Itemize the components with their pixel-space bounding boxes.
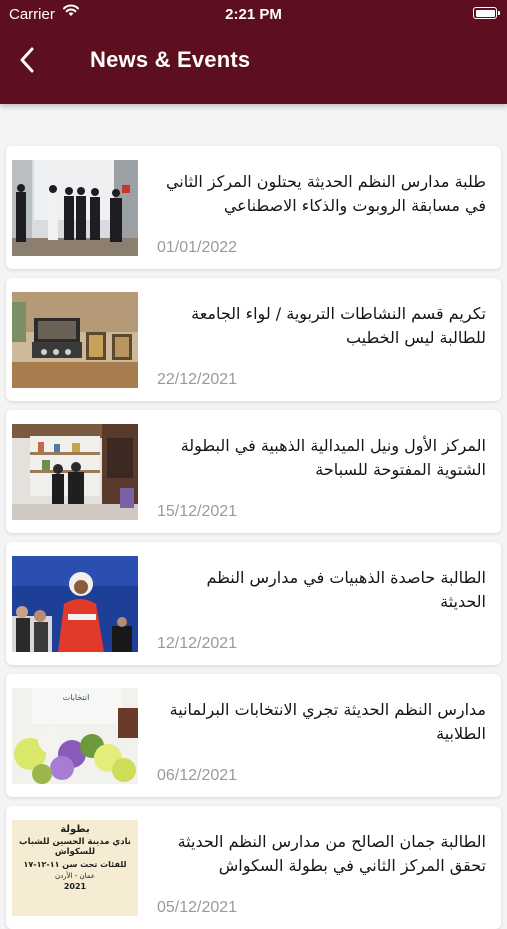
news-thumbnail — [12, 424, 138, 520]
back-button[interactable] — [14, 44, 44, 76]
poster-line: عمان - الأردن — [54, 872, 96, 880]
news-date: 05/12/2021 — [157, 899, 238, 916]
status-time: 2:21 PM — [225, 6, 282, 23]
news-thumbnail — [12, 160, 138, 256]
battery-icon — [473, 7, 500, 19]
news-title: المركز الأول ونيل الميدالية الذهبية في ا… — [180, 436, 486, 479]
news-card[interactable]: طلبة مدارس النظم الحديثة يحتلون المركز ا… — [6, 146, 501, 269]
news-card[interactable]: انتخابات مدارس النظم الحديثة تجري الانتخ… — [6, 674, 501, 797]
poster-line: بطولة — [60, 824, 90, 835]
page-title: News & Events — [90, 47, 251, 72]
news-title: طلبة مدارس النظم الحديثة يحتلون المركز ا… — [165, 172, 486, 215]
news-card[interactable]: المركز الأول ونيل الميدالية الذهبية في ا… — [6, 410, 501, 533]
news-date: 06/12/2021 — [157, 767, 238, 784]
news-date: 01/01/2022 — [157, 239, 238, 256]
news-thumbnail — [12, 292, 138, 388]
app-header: Carrier 2:21 PM News & Events — [0, 0, 507, 104]
news-title: الطالبة حاصدة الذهبيات في مدارس النظم ال… — [206, 568, 487, 611]
poster-line: نادي مدينة الحسين للشباب للسكواش — [19, 837, 131, 857]
poster-line: للفئات تحت سن ١١-١٢-١٧ — [23, 860, 127, 869]
news-card[interactable]: تكريم قسم النشاطات التربوية / لواء الجام… — [6, 278, 501, 401]
chevron-left-icon — [20, 47, 34, 73]
poster-line: 2021 — [63, 882, 87, 891]
news-thumbnail — [12, 556, 138, 652]
news-date: 15/12/2021 — [157, 503, 238, 520]
news-date: 22/12/2021 — [157, 371, 238, 388]
news-thumbnail: انتخابات — [12, 688, 138, 784]
news-thumbnail: بطولة نادي مدينة الحسين للشباب للسكواش ل… — [12, 820, 138, 916]
news-card[interactable]: الطالبة حاصدة الذهبيات في مدارس النظم ال… — [6, 542, 501, 665]
svg-text:انتخابات: انتخابات — [63, 693, 90, 702]
news-card[interactable]: بطولة نادي مدينة الحسين للشباب للسكواش ل… — [6, 806, 501, 929]
news-date: 12/12/2021 — [157, 635, 238, 652]
news-title: مدارس النظم الحديثة تجري الانتخابات البر… — [169, 700, 486, 743]
news-title: الطالبة جمان الصالح من مدارس النظم الحدي… — [177, 832, 486, 875]
status-bar: Carrier 2:21 PM — [0, 0, 507, 28]
news-title: تكريم قسم النشاطات التربوية / لواء الجام… — [191, 304, 486, 347]
